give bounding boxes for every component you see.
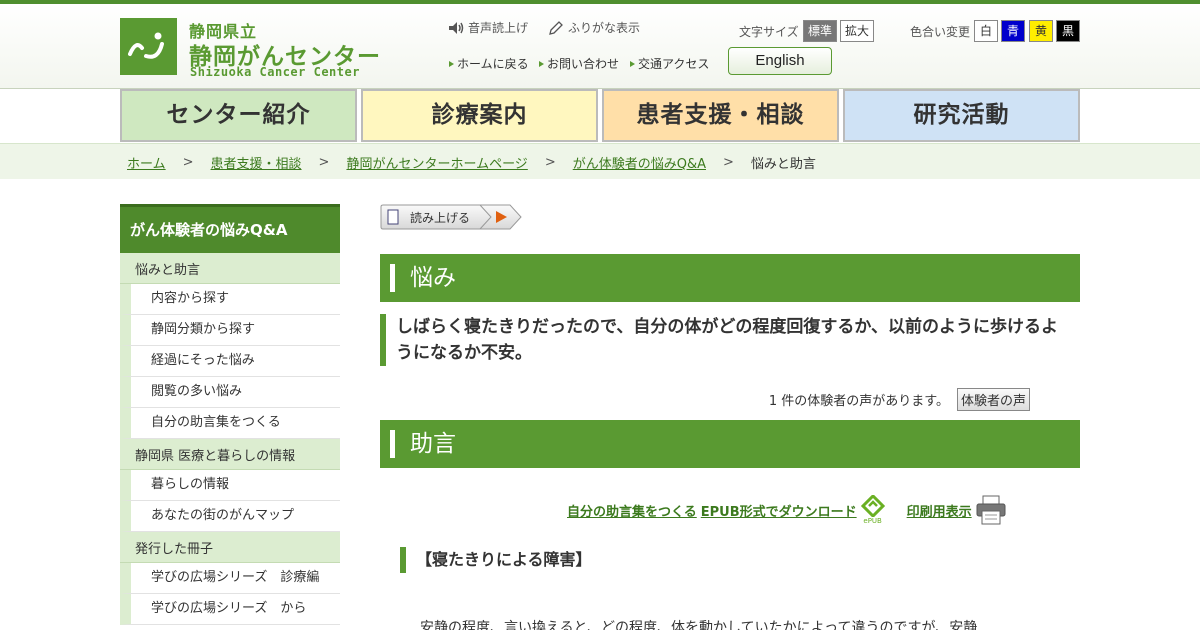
voice-read-label: 音声読上げ <box>468 21 529 35</box>
advice-subheading: 【寝たきりによる障害】 <box>400 547 592 573</box>
question-text: しばらく寝たきりだったので、自分の体がどの程度回復するか、以前のように歩けるよう… <box>380 314 1060 366</box>
access-link-label: 交通アクセス <box>638 57 710 71</box>
home-link[interactable]: ホームに戻る <box>449 55 529 72</box>
advice-actions: 自分の助言集をつくる EPUB形式でダウンロード ePUB 印刷用表示 <box>567 494 1006 526</box>
contact-link-label: お問い合わせ <box>547 57 620 71</box>
global-nav: センター紹介 診療案内 患者支援・相談 研究活動 <box>120 89 1080 142</box>
print-view-link[interactable]: 印刷用表示 <box>907 501 972 520</box>
breadcrumb-separator: > <box>318 155 330 170</box>
breadcrumb-qa[interactable]: がん体験者の悩みQ&A <box>573 153 706 172</box>
epub-diamond-icon <box>860 495 885 517</box>
nav-center-intro[interactable]: センター紹介 <box>120 89 357 142</box>
make-collection-link[interactable]: 自分の助言集をつくる <box>567 501 697 520</box>
voices-row: 1 件の体験者の声があります。 体験者の声 <box>769 388 1030 411</box>
pencil-icon <box>549 20 563 35</box>
sidebar-item-cancer-map[interactable]: あなたの街のがんマップ <box>120 501 340 532</box>
epub-icon-label: ePUB <box>863 517 882 525</box>
sidebar-item-by-progress[interactable]: 経過にそった悩み <box>120 346 340 377</box>
sidebar-section-worries[interactable]: 悩みと助言 <box>120 253 340 284</box>
epub-download-link[interactable]: EPUB形式でダウンロード <box>701 501 857 520</box>
color-white-button[interactable]: 白 <box>974 20 998 42</box>
breadcrumb-separator: > <box>722 155 734 170</box>
breadcrumb-separator: > <box>182 155 194 170</box>
read-aloud-label: 読み上げる <box>410 211 471 225</box>
arrow-icon <box>539 60 544 67</box>
contact-link[interactable]: お問い合わせ <box>539 55 619 72</box>
speaker-icon <box>449 21 464 34</box>
furigana-label: ふりがな表示 <box>568 21 641 35</box>
sidebar-item-by-classification[interactable]: 静岡分類から探す <box>120 315 340 346</box>
nav-medical-info[interactable]: 診療案内 <box>361 89 598 142</box>
breadcrumb: ホーム > 患者支援・相談 > 静岡がんセンターホームページ > がん体験者の悩… <box>127 153 816 172</box>
voice-read-link[interactable]: 音声読上げ <box>448 19 528 36</box>
logo-mark[interactable] <box>120 18 177 75</box>
advice-body-text: 安静の程度、言い換えると、どの程度、体を動かしていたかによって違うのですが、安静 <box>420 620 978 630</box>
color-change-label: 色合い変更 <box>910 25 971 39</box>
arrow-icon <box>449 60 454 67</box>
sidebar: がん体験者の悩みQ&A 悩みと助言 内容から探す 静岡分類から探す 経過にそった… <box>120 204 340 625</box>
font-large-button[interactable]: 拡大 <box>840 20 874 42</box>
logo-icon <box>128 32 164 59</box>
worry-heading: 悩み <box>380 254 1080 302</box>
font-size-label: 文字サイズ <box>739 25 799 39</box>
arrow-icon <box>630 60 635 67</box>
home-link-label: ホームに戻る <box>457 57 529 71</box>
color-yellow-button[interactable]: 黄 <box>1029 20 1053 42</box>
sidebar-title[interactable]: がん体験者の悩みQ&A <box>120 204 340 253</box>
access-link[interactable]: 交通アクセス <box>630 55 709 72</box>
read-aloud-button[interactable]: 読み上げる <box>380 204 522 230</box>
epub-icon[interactable]: ePUB <box>860 495 885 525</box>
color-black-button[interactable]: 黒 <box>1056 20 1080 42</box>
furigana-link[interactable]: ふりがな表示 <box>548 19 640 36</box>
voices-count-text: 1 件の体験者の声があります。 <box>768 394 949 409</box>
sidebar-item-booklet-medical[interactable]: 学びの広場シリーズ 診療編 <box>120 563 340 594</box>
sidebar-section-booklets[interactable]: 発行した冊子 <box>120 532 340 563</box>
breadcrumb-center-home[interactable]: 静岡がんセンターホームページ <box>346 153 527 172</box>
color-blue-button[interactable]: 青 <box>1001 20 1025 42</box>
voices-button[interactable]: 体験者の声 <box>956 388 1030 411</box>
sidebar-item-make-collection[interactable]: 自分の助言集をつくる <box>120 408 340 439</box>
sidebar-item-most-viewed[interactable]: 閲覧の多い悩み <box>120 377 340 408</box>
breadcrumb-home[interactable]: ホーム <box>127 153 166 172</box>
english-button[interactable]: English <box>728 47 832 75</box>
font-standard-button[interactable]: 標準 <box>803 20 837 42</box>
sidebar-section-living-info[interactable]: 静岡県 医療と暮らしの情報 <box>120 439 340 470</box>
printer-icon[interactable] <box>976 494 1006 526</box>
nav-patient-support[interactable]: 患者支援・相談 <box>602 89 839 142</box>
sidebar-item-living[interactable]: 暮らしの情報 <box>120 470 340 501</box>
breadcrumb-current: 悩みと助言 <box>750 157 816 172</box>
site-header: 静岡県立 静岡がんセンター Shizuoka Cancer Center 音声読… <box>0 4 1200 89</box>
advice-heading: 助言 <box>380 420 1080 468</box>
breadcrumb-separator: > <box>544 155 556 170</box>
logo-english[interactable]: Shizuoka Cancer Center <box>190 65 360 79</box>
sidebar-item-by-content[interactable]: 内容から探す <box>120 284 340 315</box>
breadcrumb-patient-support[interactable]: 患者支援・相談 <box>211 153 302 172</box>
sidebar-item-booklet-next[interactable]: 学びの広場シリーズ から <box>120 594 340 625</box>
breadcrumb-bar: ホーム > 患者支援・相談 > 静岡がんセンターホームページ > がん体験者の悩… <box>0 143 1200 179</box>
nav-research[interactable]: 研究活動 <box>843 89 1080 142</box>
